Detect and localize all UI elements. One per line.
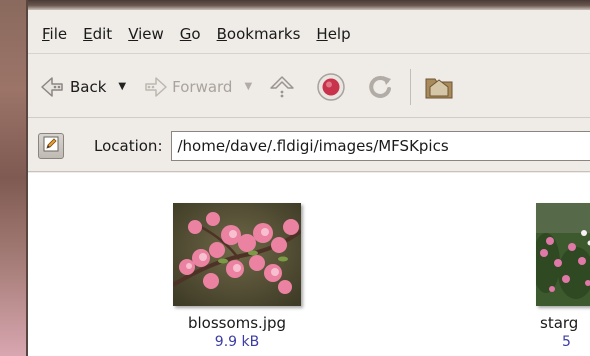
window-title-edge [28, 0, 590, 10]
menu-view[interactable]: View [120, 25, 172, 43]
file-item-blossoms[interactable]: blossoms.jpg 9.9 kB [157, 203, 317, 350]
stop-button[interactable] [312, 67, 350, 107]
back-label: Back [70, 77, 107, 96]
pencil-icon [42, 135, 60, 157]
reload-button[interactable] [362, 67, 400, 107]
file-item-starg[interactable]: starg 5 [532, 203, 590, 350]
forward-label: Forward [172, 77, 233, 96]
menu-file-rest: ile [49, 24, 68, 43]
menu-edit[interactable]: Edit [75, 25, 120, 43]
file-size: 9.9 kB [214, 334, 260, 350]
home-button[interactable] [421, 67, 457, 107]
forward-history-dropdown[interactable]: ▼ [244, 81, 252, 92]
menu-help[interactable]: Help [308, 25, 358, 43]
forward-button[interactable]: Forward [138, 67, 236, 107]
menu-help-mnemonic: H [316, 24, 328, 43]
toolbar: Back ▼ Forward ▼ [28, 56, 590, 118]
blossoms-thumbnail [173, 203, 301, 306]
menu-bar: File Edit View Go Bookmarks Help [28, 14, 590, 54]
menu-go-rest: o [191, 24, 201, 43]
location-path-input[interactable]: /home/dave/.fldigi/images/MFSKpics [170, 130, 590, 161]
home-folder-icon [425, 74, 453, 100]
file-name: starg [540, 314, 579, 332]
menu-view-rest: iew [138, 24, 164, 43]
menu-file-mnemonic: F [42, 24, 50, 43]
stop-icon [316, 72, 346, 102]
menu-bookmarks[interactable]: Bookmarks [209, 25, 309, 43]
location-path-text: /home/dave/.fldigi/images/MFSKpics [177, 136, 449, 155]
reload-icon [366, 72, 396, 102]
menu-view-mnemonic: V [128, 24, 139, 43]
starg-thumbnail [536, 203, 590, 306]
file-icon-view: blossoms.jpg 9.9 kB starg 5 [28, 173, 590, 356]
menu-bookmarks-rest: ookmarks [226, 24, 301, 43]
forward-arrow-icon [142, 75, 168, 99]
location-bar: Location: /home/dave/.fldigi/images/MFSK… [28, 120, 590, 172]
menu-edit-mnemonic: E [83, 24, 93, 43]
file-name: blossoms.jpg [187, 314, 287, 332]
desktop-background [0, 0, 28, 356]
file-browser-window: File Edit View Go Bookmarks Help Back ▼ [28, 0, 590, 356]
menu-bookmarks-mnemonic: B [216, 24, 227, 43]
menu-file[interactable]: File [34, 25, 75, 43]
up-button[interactable] [264, 67, 300, 107]
back-history-dropdown[interactable]: ▼ [118, 81, 126, 92]
menu-go[interactable]: Go [172, 25, 209, 43]
file-size: 5 [562, 334, 571, 350]
back-arrow-icon [40, 75, 66, 99]
toolbar-separator [410, 68, 412, 105]
menu-help-rest: elp [327, 24, 351, 43]
menu-go-mnemonic: G [179, 24, 192, 43]
location-label: Location: [94, 136, 163, 155]
location-edit-toggle[interactable] [38, 132, 64, 159]
up-icon [268, 73, 296, 101]
back-button[interactable]: Back [36, 67, 110, 107]
menu-edit-rest: dit [92, 24, 113, 43]
